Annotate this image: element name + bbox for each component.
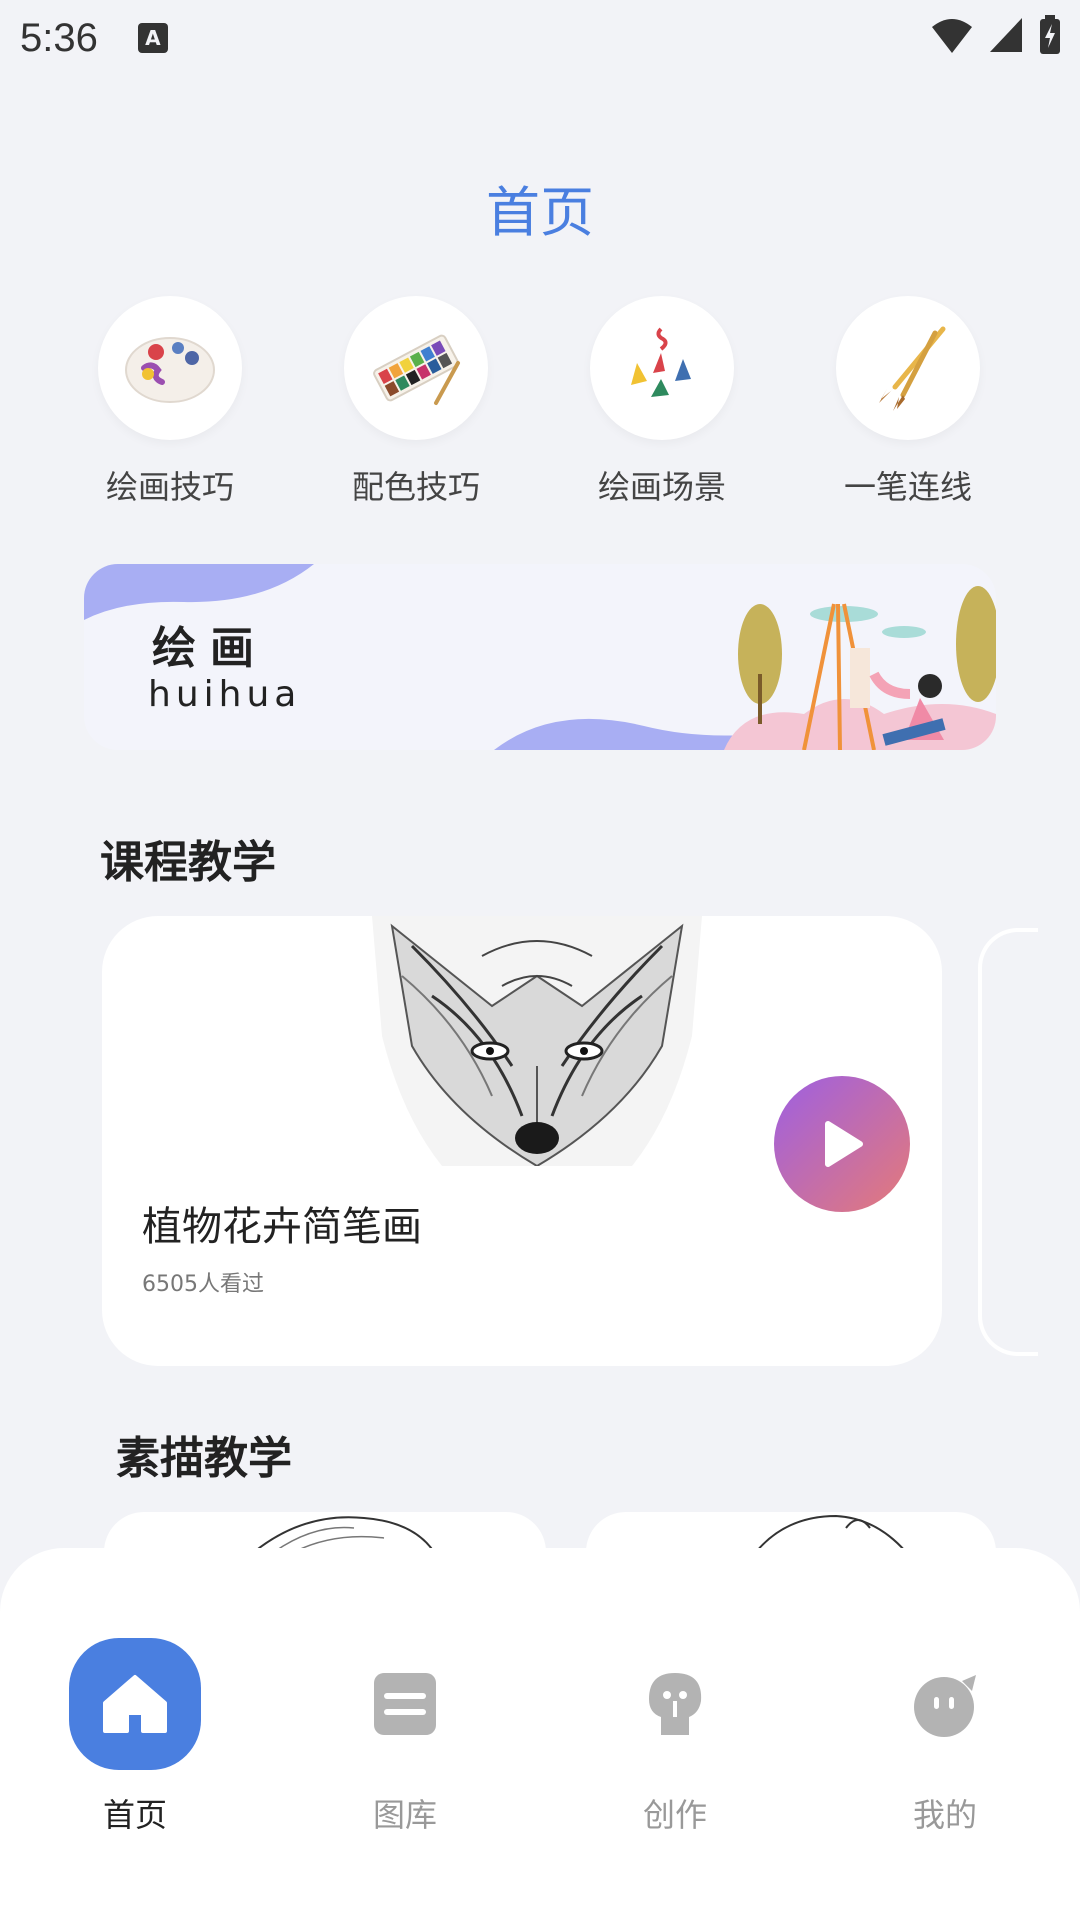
brushes-icon: [836, 296, 980, 440]
notification-icon: A: [137, 23, 168, 53]
home-icon: [69, 1638, 201, 1770]
wifi-icon: [932, 19, 972, 53]
scene-icon: [590, 296, 734, 440]
sketch-section-title: 素描教学: [116, 1433, 292, 1484]
tab-profile[interactable]: 我的: [860, 1638, 1030, 1836]
tab-label: 图库: [372, 1796, 437, 1834]
battery-icon: [1040, 15, 1060, 54]
next-course-card-peek[interactable]: [978, 928, 1038, 1356]
palette-icon: [98, 296, 242, 440]
category-label: 配色技巧: [351, 468, 480, 506]
tab-create[interactable]: 创作: [590, 1638, 760, 1836]
course-view-count: 6505人看过: [142, 1272, 264, 1297]
status-bar: 5:36 A: [0, 0, 1080, 76]
page-title: 首页: [486, 181, 594, 244]
category-painting-skills[interactable]: 绘画技巧: [70, 296, 270, 508]
course-section-title: 课程教学: [100, 837, 276, 888]
banner-subtitle: huihua: [148, 674, 302, 715]
tab-label: 创作: [642, 1796, 707, 1834]
tab-home[interactable]: 首页: [50, 1638, 220, 1836]
category-painting-scenes[interactable]: 绘画场景: [562, 296, 762, 508]
course-card[interactable]: 植物花卉简笔画 6505人看过: [102, 916, 942, 1366]
category-label: 一笔连线: [843, 468, 972, 506]
tab-gallery[interactable]: 图库: [320, 1638, 490, 1836]
category-label: 绘画场景: [597, 468, 726, 506]
watercolor-box-icon: [344, 296, 488, 440]
painting-banner[interactable]: 绘画 huihua: [84, 564, 996, 750]
play-button[interactable]: [774, 1076, 910, 1212]
play-icon: [825, 1121, 863, 1167]
category-label: 绘画技巧: [105, 468, 234, 506]
signal-icon: [990, 18, 1022, 52]
status-icons: [930, 14, 1062, 56]
course-name: 植物花卉简笔画: [142, 1204, 422, 1250]
category-color-skills[interactable]: 配色技巧: [316, 296, 516, 508]
create-icon: [609, 1638, 741, 1770]
sketch-thumbnail: [253, 1516, 435, 1553]
wolf-drawing-image: [372, 916, 702, 1166]
tab-label: 首页: [102, 1796, 167, 1834]
status-time: 5:36: [20, 15, 98, 60]
category-one-stroke[interactable]: 一笔连线: [808, 296, 1008, 508]
tab-label: 我的: [912, 1796, 977, 1834]
gallery-icon: [339, 1638, 471, 1770]
bottom-tab-bar: 首页 图库 创作 我的: [0, 1548, 1080, 1920]
sketch-thumbnail: [755, 1514, 907, 1553]
banner-title: 绘画: [152, 623, 268, 674]
category-row: 绘画技巧 配色技巧 绘画场景 一笔连线: [0, 296, 1080, 516]
profile-icon: [879, 1638, 1011, 1770]
